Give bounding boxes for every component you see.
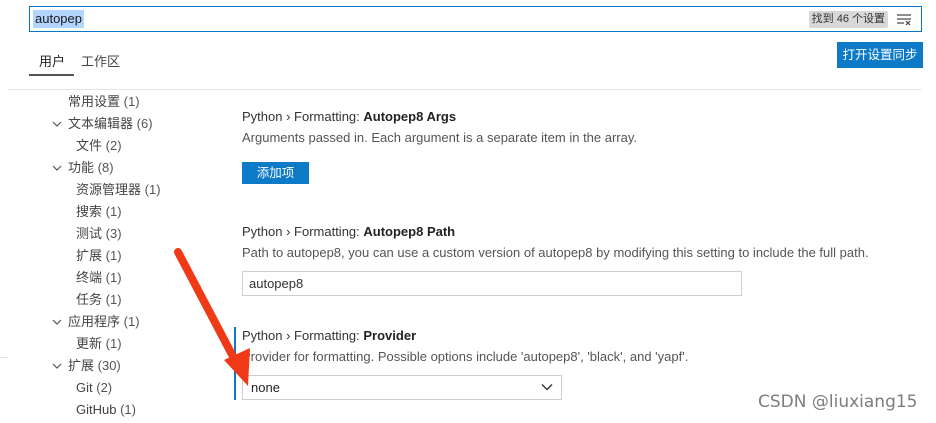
watermark: CSDN @liuxiang15 — [758, 392, 918, 412]
chevron-down-icon — [541, 384, 553, 391]
toc-item-github[interactable]: GitHub (1) — [76, 400, 136, 420]
setting-title: Python › Formatting: Autopep8 Args — [242, 108, 637, 126]
toc-item-count: (1) — [105, 204, 122, 219]
toc-item-label: 任务 — [76, 292, 103, 307]
toc-item-label: Git — [76, 380, 93, 395]
tab-workspace[interactable]: 工作区 — [81, 51, 120, 70]
toc-item-common[interactable]: 常用设置 (1) — [68, 92, 140, 112]
toc-item-search[interactable]: 搜索 (1) — [76, 202, 122, 222]
left-edge-divider — [0, 357, 8, 358]
tab-user[interactable]: 用户 — [39, 51, 65, 70]
toc-item-label: 扩展 — [68, 358, 95, 373]
provider-select[interactable]: none — [242, 375, 562, 400]
toc-item-label: 更新 — [76, 336, 103, 351]
toc-item-update[interactable]: 更新 (1) — [76, 334, 122, 354]
chevron-down-icon[interactable] — [52, 317, 62, 327]
toc-item-features[interactable]: 功能 (8) — [68, 158, 114, 178]
search-input[interactable]: autopep — [33, 10, 84, 28]
setting-autopep8-path: Python › Formatting: Autopep8 Path Path … — [242, 223, 869, 262]
setting-description: Path to autopep8, you can use a custom v… — [242, 245, 869, 260]
open-settings-sync-button[interactable]: 打开设置同步 — [837, 42, 923, 68]
setting-title: Python › Formatting: Provider — [242, 327, 688, 345]
settings-scope-tabs: 用户 工作区 — [29, 42, 829, 76]
setting-name: Autopep8 Path — [363, 224, 456, 239]
toc-item-testing[interactable]: 测试 (3) — [76, 224, 122, 244]
toc-item-count: (1) — [123, 314, 140, 329]
toc-item-count: (8) — [97, 160, 114, 175]
toc-item-label: 测试 — [76, 226, 103, 241]
toc-item-label: 常用设置 — [68, 94, 121, 109]
toc-item-terminal[interactable]: 终端 (1) — [76, 268, 122, 288]
setting-formatting-provider: Python › Formatting: Provider Provider f… — [242, 327, 688, 366]
toc-item-label: 应用程序 — [68, 314, 121, 329]
toc-item-label: 文件 — [76, 138, 103, 153]
setting-name: Autopep8 Args — [363, 109, 457, 124]
toc-item-label: 扩展 — [76, 248, 103, 263]
toc-item-files[interactable]: 文件 (2) — [76, 136, 122, 156]
toc-item-label: 终端 — [76, 270, 103, 285]
setting-category: Python › Formatting: — [242, 224, 364, 239]
chevron-down-icon[interactable] — [52, 163, 62, 173]
toc-item-count: (1) — [105, 292, 122, 307]
setting-title: Python › Formatting: Autopep8 Path — [242, 223, 869, 241]
toc-item-label: 文本编辑器 — [68, 116, 134, 131]
toc-item-count: (3) — [105, 226, 122, 241]
settings-search-box[interactable]: autopep 找到 46 个设置 — [29, 6, 922, 32]
toc-item-count: (2) — [96, 380, 113, 395]
toc-item-git[interactable]: Git (2) — [76, 378, 112, 398]
autopep8-path-input[interactable]: autopep8 — [242, 271, 742, 296]
clear-filter-icon[interactable] — [896, 13, 912, 27]
annotation-arrow-icon — [174, 248, 250, 386]
setting-description: Provider for formatting. Possible option… — [242, 349, 689, 364]
toc-item-label: 搜索 — [76, 204, 103, 219]
toc-item-tasks[interactable]: 任务 (1) — [76, 290, 122, 310]
toc-item-label: GitHub — [76, 402, 117, 417]
header-divider — [8, 89, 922, 90]
toc-item-count: (6) — [136, 116, 153, 131]
search-result-count: 找到 46 个设置 — [808, 11, 888, 28]
toc-item-application[interactable]: 应用程序 (1) — [68, 312, 140, 332]
toc-item-count: (1) — [123, 94, 140, 109]
setting-description: Arguments passed in. Each argument is a … — [242, 130, 638, 145]
chevron-down-icon[interactable] — [52, 361, 62, 371]
setting-autopep8-args: Python › Formatting: Autopep8 Args Argum… — [242, 108, 637, 147]
toc-item-label: 资源管理器 — [76, 182, 142, 197]
toc-item-count: (1) — [105, 248, 122, 263]
toc-item-count: (1) — [120, 402, 136, 417]
toc-item-label: 功能 — [68, 160, 95, 175]
add-item-button[interactable]: 添加项 — [242, 162, 309, 184]
toc-item-extensions[interactable]: 扩展 (30) — [68, 356, 121, 376]
setting-category: Python › Formatting: — [242, 109, 364, 124]
toc-item-text-editor[interactable]: 文本编辑器 (6) — [68, 114, 153, 134]
active-tab-indicator — [29, 74, 74, 76]
toc-item-count: (1) — [144, 182, 161, 197]
toc-item-count: (30) — [97, 358, 121, 373]
toc-item-explorer[interactable]: 资源管理器 (1) — [76, 180, 161, 200]
setting-category: Python › Formatting: — [242, 328, 364, 343]
toc-item-count: (2) — [105, 138, 122, 153]
chevron-down-icon[interactable] — [52, 119, 62, 129]
toc-item-count: (1) — [105, 336, 122, 351]
toc-item-count: (1) — [105, 270, 122, 285]
setting-name: Provider — [363, 328, 417, 343]
toc-item-extensions-feature[interactable]: 扩展 (1) — [76, 246, 122, 266]
